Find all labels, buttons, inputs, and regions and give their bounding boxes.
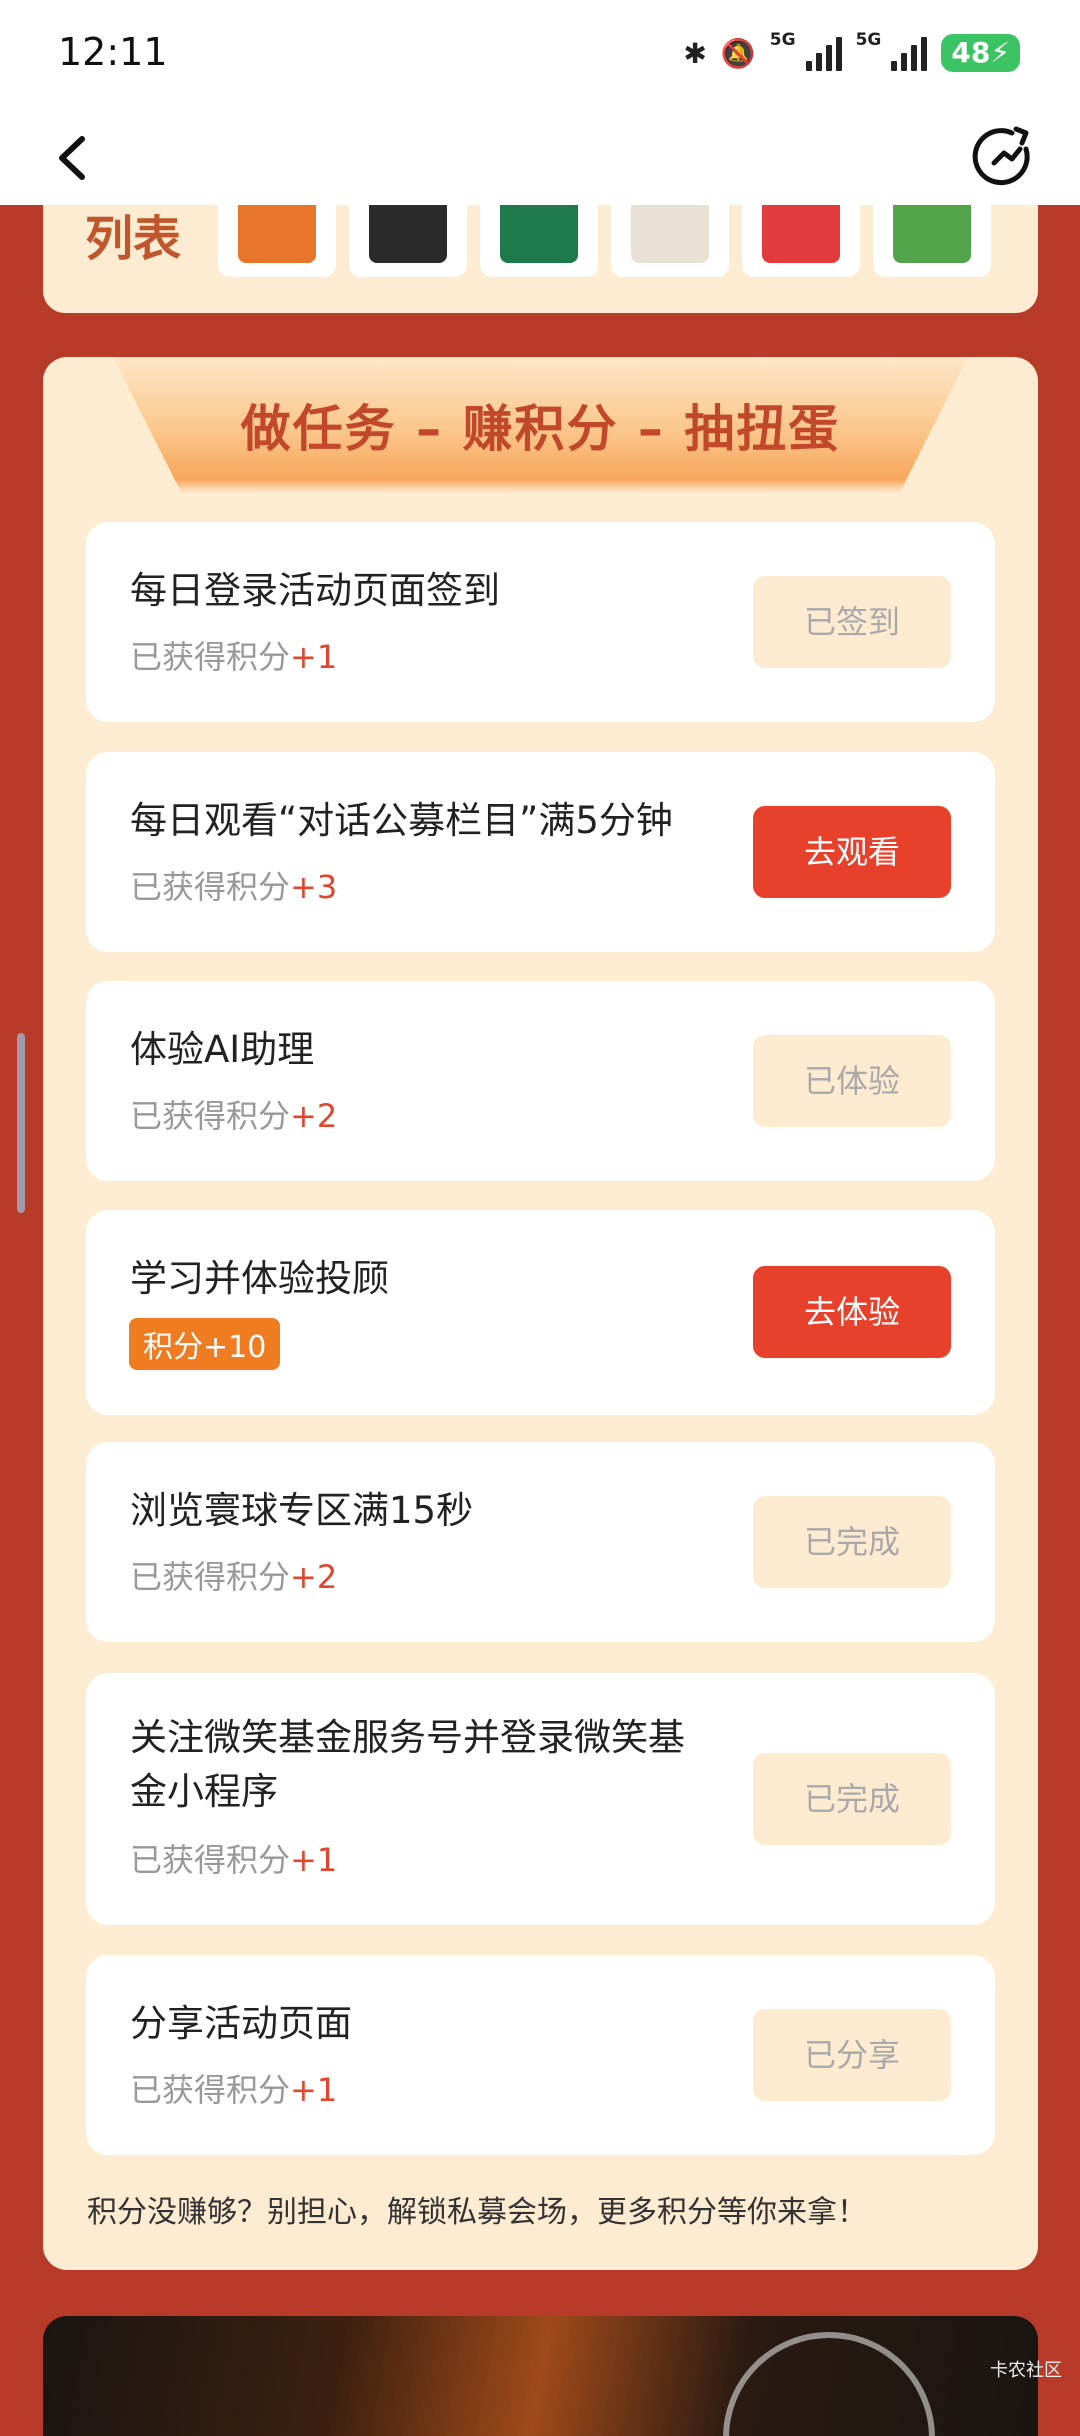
task-title: 每日登录活动页面签到	[130, 569, 500, 612]
refresh-icon[interactable]	[966, 119, 1042, 195]
shared-button[interactable]: 已分享	[753, 2009, 951, 2101]
task-points: 已获得积分+2	[130, 1097, 338, 1135]
task-title: 关注微笑基金服务号并登录微笑基金小程序	[130, 1716, 685, 1813]
prize-image	[762, 205, 840, 263]
task-points: 已获得积分+2	[130, 1558, 338, 1596]
prize-image	[369, 205, 447, 263]
signal-icon	[805, 35, 842, 71]
battery-level: 48	[951, 36, 991, 69]
status-bar: 12:11 ✱ 🔕 5G 5G 48⚡	[0, 0, 1080, 105]
task-points: 已获得积分+1	[130, 1841, 338, 1879]
battery-indicator: 48⚡	[941, 34, 1020, 72]
prize-list-title: 列表	[85, 211, 182, 267]
task-title: 体验AI助理	[130, 1028, 315, 1071]
task-item-follow: 关注微笑基金服务号并登录微笑基金小程序 已获得积分+1 已完成	[86, 1673, 995, 1925]
status-time: 12:11	[58, 30, 168, 74]
experienced-button[interactable]: 已体验	[753, 1035, 951, 1127]
completed-button[interactable]: 已完成	[753, 1496, 951, 1588]
task-title: 浏览寰球专区满15秒	[130, 1489, 474, 1532]
prize-thumb[interactable]	[218, 205, 336, 277]
mute-bell-icon: 🔕	[720, 36, 756, 70]
task-item-ai: 体验AI助理 已获得积分+2 已体验	[86, 981, 995, 1181]
decorative-ring	[723, 2332, 935, 2436]
network-type-1: 5G	[769, 30, 796, 50]
task-title: 学习并体验投顾	[130, 1257, 389, 1300]
nav-header	[0, 105, 1080, 205]
prize-image	[631, 205, 709, 263]
private-fund-banner[interactable]	[43, 2316, 1038, 2436]
go-watch-button[interactable]: 去观看	[753, 806, 951, 898]
watermark: 卡农社区	[990, 2360, 1062, 2381]
scroll-handle[interactable]	[17, 1033, 25, 1213]
prize-thumb[interactable]	[611, 205, 729, 277]
task-item-browse: 浏览寰球专区满15秒 已获得积分+2 已完成	[86, 1442, 995, 1642]
back-icon[interactable]	[40, 123, 110, 193]
prize-image	[238, 205, 316, 263]
task-item-watch: 每日观看“对话公募栏目”满5分钟 已获得积分+3 去观看	[86, 752, 995, 952]
points-badge: 积分+10	[129, 1318, 281, 1370]
checked-in-button[interactable]: 已签到	[753, 576, 951, 668]
prize-thumb[interactable]	[742, 205, 860, 277]
task-title: 每日观看“对话公募栏目”满5分钟	[130, 799, 673, 842]
completed-button[interactable]: 已完成	[753, 1753, 951, 1845]
status-icons: ✱ 🔕 5G 5G 48⚡	[683, 30, 1020, 76]
task-item-share: 分享活动页面 已获得积分+1 已分享	[86, 1955, 995, 2155]
task-item-checkin: 每日登录活动页面签到 已获得积分+1 已签到	[86, 522, 995, 722]
task-card: 做任务 – 赚积分 – 抽扭蛋 每日登录活动页面签到 已获得积分+1 已签到 每…	[43, 357, 1038, 2270]
go-experience-button[interactable]: 去体验	[753, 1266, 951, 1358]
prize-image	[893, 205, 971, 263]
network-type-2: 5G	[855, 30, 882, 50]
task-title: 分享活动页面	[130, 2002, 352, 2045]
prize-list-card: 列表	[43, 205, 1038, 313]
task-points: 已获得积分+3	[130, 868, 338, 906]
prize-thumb[interactable]	[349, 205, 467, 277]
prize-thumb[interactable]	[873, 205, 991, 277]
task-points: 已获得积分+1	[130, 638, 338, 676]
signal-icon	[891, 35, 928, 71]
private-fund-footnote: 积分没赚够？别担心，解锁私募会场，更多积分等你来拿！	[87, 2195, 867, 2230]
task-banner-title: 做任务 – 赚积分 – 抽扭蛋	[240, 400, 841, 458]
task-points: 已获得积分+1	[130, 2071, 338, 2109]
prize-image	[500, 205, 578, 263]
prize-thumb[interactable]	[480, 205, 598, 277]
task-item-advisor: 学习并体验投顾 积分+10 去体验	[86, 1210, 995, 1415]
bluetooth-icon: ✱	[683, 36, 707, 70]
